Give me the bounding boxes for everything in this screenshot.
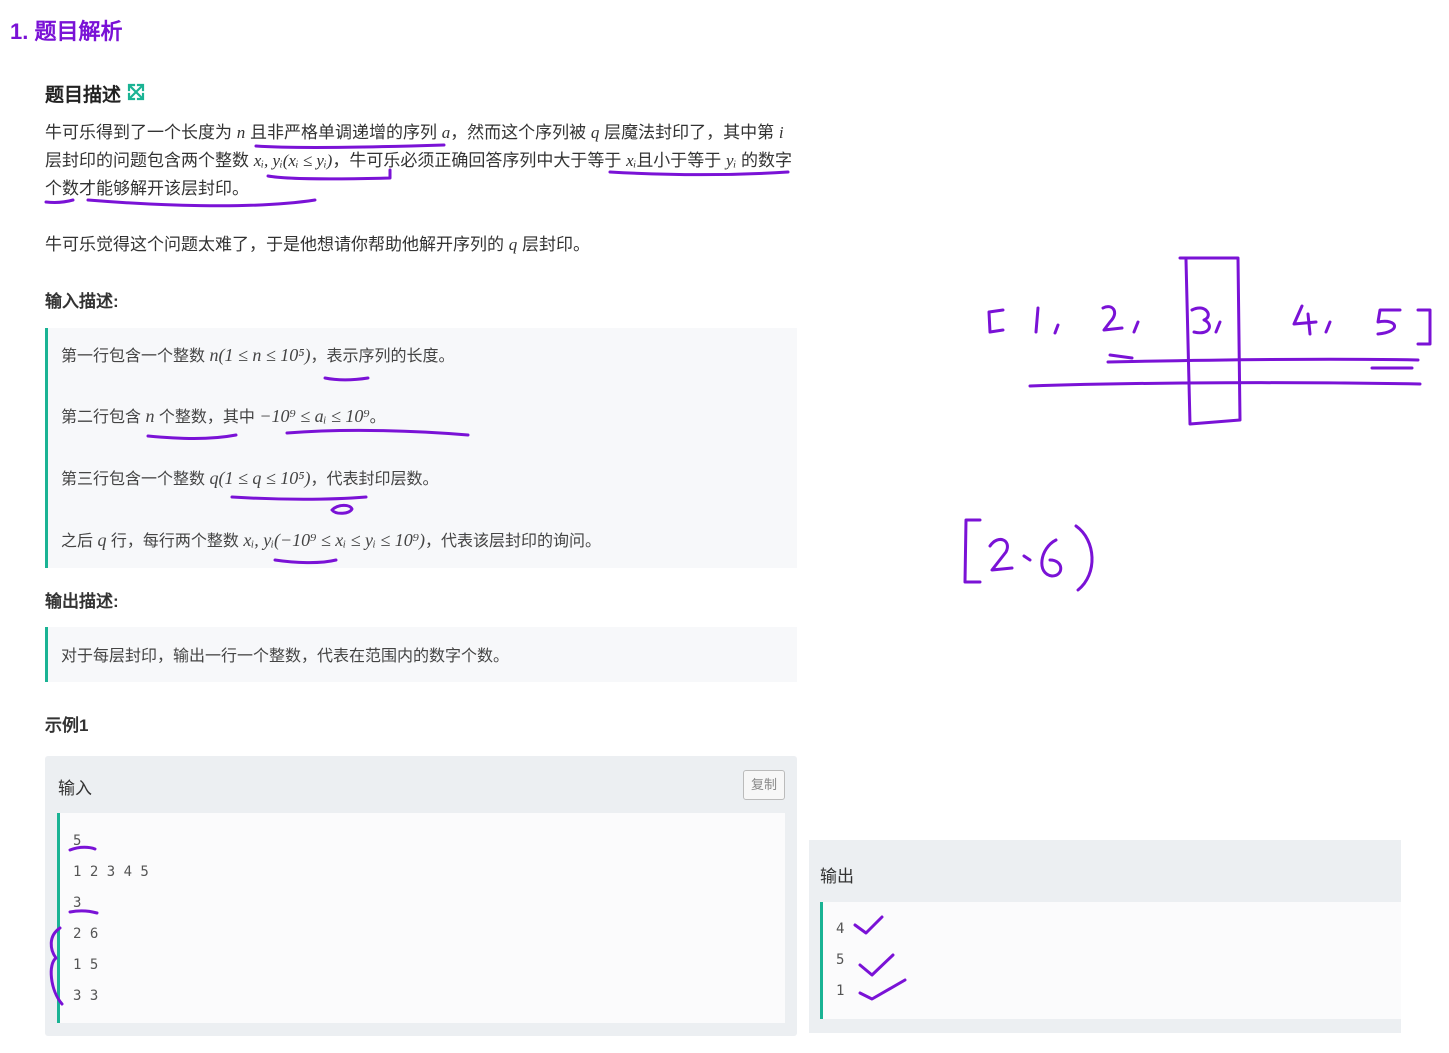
annotation-box [1178, 256, 1242, 426]
annotation-underline [273, 558, 338, 565]
annotation-line [1028, 381, 1422, 388]
annotation-underline [44, 198, 75, 204]
annotation-underline [323, 376, 370, 382]
annotation-underline [266, 168, 392, 181]
checkmark-icon [853, 915, 884, 935]
annotation-underline [146, 433, 238, 440]
annotation-mark [330, 503, 354, 515]
annotation-underline [230, 495, 368, 501]
annotation-underline [68, 909, 99, 915]
checkmark-icon [858, 978, 907, 1001]
annotation-underline [608, 170, 790, 177]
annotation-line [1106, 357, 1420, 364]
annotation-underline [68, 845, 97, 852]
annotation-underline [254, 143, 446, 150]
annotation-underline [86, 198, 317, 208]
annotation-bracket [49, 926, 64, 1006]
handwritten-annotations [44, 143, 1432, 1006]
checkmark-icon [858, 953, 895, 977]
annotation-sketch-array [987, 308, 1005, 334]
annotation-sketch-query [963, 518, 982, 584]
annotation-underline [285, 428, 470, 437]
